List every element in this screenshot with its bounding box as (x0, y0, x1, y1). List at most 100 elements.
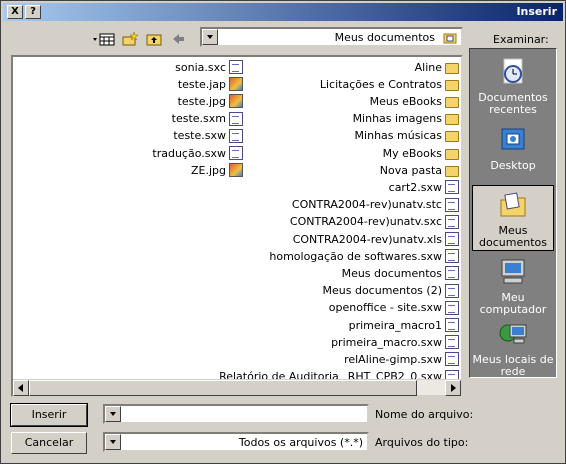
file-name: openoffice - site.sxw (328, 301, 442, 315)
filename-input[interactable] (103, 404, 369, 424)
place-my-documents[interactable]: Meus documentos (472, 185, 554, 251)
places-bar: Documentos recentes Desktop Meus documen… (469, 48, 557, 378)
document-icon (445, 352, 459, 367)
help-button[interactable]: ? (25, 5, 41, 19)
file-item[interactable]: relAline-gimp.sxw (344, 351, 459, 367)
look-in-value: Meus documentos (334, 31, 435, 44)
file-item[interactable]: CONTRA2004-rev)unatv.sxc (290, 214, 459, 230)
file-item[interactable]: tradução.sxw (152, 145, 243, 161)
filetype-label: Arquivos do tipo: (375, 436, 469, 449)
my-computer-icon (472, 257, 554, 290)
place-my-computer[interactable]: Meu computador (472, 253, 554, 319)
file-item[interactable]: Minhas imagens (353, 111, 459, 127)
place-label: Desktop (490, 159, 536, 172)
file-name: ZE.jpg (190, 163, 226, 177)
back-icon[interactable] (169, 31, 187, 47)
file-name: sonia.sxc (175, 60, 226, 74)
document-icon (445, 283, 459, 298)
document-icon (445, 335, 459, 350)
folder-icon (445, 148, 459, 160)
document-icon (229, 60, 243, 74)
document-icon (445, 180, 459, 195)
file-name: primeira_macro1 (348, 318, 442, 332)
file-item[interactable]: openoffice - site.sxw (329, 300, 459, 316)
filename-label: Nome do arquivo: (375, 408, 474, 421)
network-places-icon (472, 319, 554, 352)
folder-icon (445, 96, 459, 108)
look-in-label: Examinar: (493, 33, 549, 46)
place-recent-documents[interactable]: Documentos recentes (472, 53, 554, 119)
file-item[interactable]: Meus documentos (2) (322, 283, 459, 299)
my-documents-small-icon (443, 31, 457, 48)
file-name: Aline (414, 60, 442, 74)
scrollbar-thumb[interactable] (29, 380, 417, 396)
file-item[interactable]: CONTRA2004-rev)unatv.xls (293, 231, 459, 247)
file-item[interactable]: ZE.jpg (191, 162, 243, 178)
horizontal-scrollbar[interactable] (13, 379, 461, 396)
file-name: CONTRA2004-rev)unatv.sxc (289, 215, 442, 229)
place-label: Documentos recentes (478, 91, 548, 116)
file-name: CONTRA2004-rev)unatv.xls (292, 232, 442, 246)
file-item[interactable]: Nova pasta (380, 162, 459, 178)
place-label: Meu computador (479, 291, 547, 316)
file-item[interactable]: My eBooks (383, 145, 459, 161)
scroll-right-arrow[interactable] (445, 380, 461, 396)
filetype-value: Todos os arquivos (*.*) (238, 436, 363, 449)
scroll-left-arrow[interactable] (13, 380, 29, 396)
file-item[interactable]: teste.jpg (178, 93, 243, 109)
image-file-icon (229, 163, 243, 178)
document-icon (445, 232, 459, 246)
file-name: teste.jap (177, 77, 226, 91)
image-file-icon (229, 94, 243, 109)
document-icon (445, 249, 459, 264)
view-menu-icon[interactable] (91, 31, 117, 47)
file-item[interactable]: cart2.sxw (389, 179, 459, 195)
look-in-dropdown-button[interactable] (202, 29, 218, 45)
file-name: teste.sxm (171, 112, 226, 126)
file-name: Meus documentos (341, 266, 442, 280)
file-item[interactable]: Aline (415, 59, 459, 75)
file-item[interactable]: teste.sxm (172, 111, 243, 127)
look-in-combo[interactable]: Meus documentos (200, 27, 463, 47)
place-label: Meus documentos (479, 224, 547, 249)
place-label: Meus locais de rede (472, 353, 554, 378)
insert-button[interactable]: Inserir (10, 403, 88, 427)
file-name: Meus eBooks (369, 94, 442, 108)
folder-icon (445, 79, 459, 91)
file-item[interactable]: CONTRA2004-rev)unatv.stc (292, 197, 459, 213)
folder-icon (445, 62, 459, 74)
file-item[interactable]: sonia.sxc (175, 59, 243, 75)
file-name: Meus documentos (2) (322, 284, 443, 298)
file-item[interactable]: Minhas músicas (355, 128, 459, 144)
new-folder-icon[interactable] (121, 31, 139, 47)
title-bar[interactable]: Inserir X ? (3, 3, 563, 21)
document-icon (445, 300, 459, 315)
file-name: Minhas imagens (352, 112, 442, 126)
place-network-places[interactable]: Meus locais de rede (472, 315, 554, 381)
up-folder-icon[interactable] (145, 31, 163, 47)
file-item[interactable]: Licitações e Contratos (320, 76, 459, 92)
file-list[interactable]: Aline Licitações e Contratos Meus eBooks Mi… (11, 55, 463, 397)
file-item[interactable]: teste.sxw (173, 128, 243, 144)
file-item[interactable]: primeira_macro.sxw (331, 334, 459, 350)
filetype-select[interactable]: Todos os arquivos (*.*) (103, 432, 369, 452)
file-item[interactable]: teste.jap (178, 76, 243, 92)
document-icon (445, 197, 459, 212)
folder-icon (445, 165, 459, 177)
file-name: cart2.sxw (388, 180, 442, 194)
file-name: teste.jpg (177, 94, 226, 108)
close-button[interactable]: X (7, 5, 23, 19)
file-name: My eBooks (382, 146, 442, 160)
place-desktop[interactable]: Desktop (472, 121, 554, 187)
document-icon (229, 111, 243, 126)
file-item[interactable]: homologação de softwares.sxw (269, 248, 459, 264)
filetype-dropdown-button[interactable] (105, 434, 121, 450)
document-icon (229, 146, 243, 160)
file-name: homologação de softwares.sxw (269, 249, 442, 263)
file-item[interactable]: primeira_macro1 (349, 317, 459, 333)
filename-dropdown-button[interactable] (105, 406, 121, 422)
file-item[interactable]: Meus documentos (342, 265, 459, 281)
document-icon (229, 128, 243, 143)
file-item[interactable]: Meus eBooks (370, 93, 459, 109)
cancel-button[interactable]: Cancelar (11, 432, 87, 454)
